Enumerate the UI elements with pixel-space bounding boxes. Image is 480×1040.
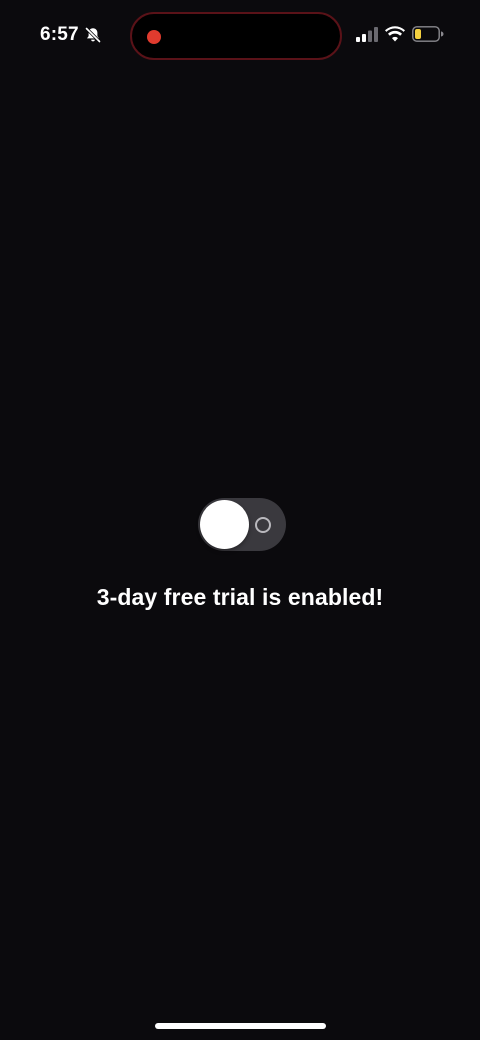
status-icons [356,26,444,42]
free-trial-message: 3-day free trial is enabled! [96,584,384,610]
cellular-signal-icon [356,26,378,42]
bell-slash-icon [84,26,102,44]
screen-recording-icon [147,30,161,44]
status-bar: 6:57 [0,0,480,72]
time-group: 6:57 [40,24,102,46]
battery-icon [412,26,444,42]
wifi-icon [385,26,405,42]
free-trial-toggle[interactable] [198,498,286,551]
toggle-knob[interactable] [200,500,249,549]
toggle-off-indicator-icon [255,517,271,533]
status-time: 6:57 [40,24,79,45]
dynamic-island[interactable] [130,12,342,60]
home-indicator[interactable] [155,1023,326,1029]
